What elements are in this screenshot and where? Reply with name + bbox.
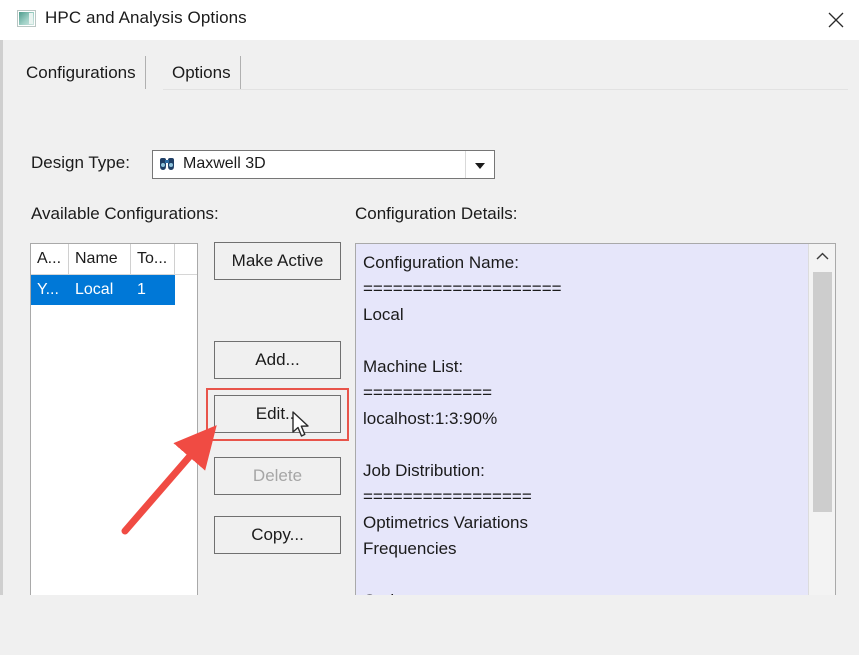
- cell-name: Local: [75, 281, 114, 298]
- close-glyph: [828, 12, 844, 28]
- delete-button: Delete: [214, 457, 341, 495]
- dialog-footer: OK Cancel simol|西莫: [0, 595, 859, 655]
- configuration-details-panel[interactable]: Configuration Name: ====================…: [355, 243, 836, 611]
- edit-button[interactable]: Edit...: [214, 395, 341, 433]
- available-configurations-label: Available Configurations:: [31, 204, 219, 223]
- window-title: HPC and Analysis Options: [45, 8, 247, 27]
- details-scrollbar[interactable]: [808, 244, 835, 610]
- configuration-details-text: Configuration Name: ====================…: [363, 253, 562, 610]
- design-type-value: Maxwell 3D: [183, 155, 266, 172]
- add-button[interactable]: Add...: [214, 341, 341, 379]
- scrollbar-thumb[interactable]: [813, 272, 832, 512]
- chevron-up-glyph: [816, 252, 829, 260]
- column-header-extra[interactable]: [175, 244, 197, 274]
- list-header-row: A... Name To...: [31, 244, 197, 275]
- table-row[interactable]: Y... Local 1: [31, 275, 175, 305]
- configuration-details-label: Configuration Details:: [355, 204, 518, 223]
- cell-total: 1: [137, 281, 146, 298]
- design-type-dropdown[interactable]: Maxwell 3D: [152, 150, 495, 179]
- configurations-list[interactable]: A... Name To... Y... Local 1: [30, 243, 198, 611]
- chevron-up-icon[interactable]: [809, 244, 835, 268]
- column-header-name[interactable]: Name: [69, 244, 131, 274]
- chevron-down-icon[interactable]: [465, 151, 494, 178]
- make-active-button[interactable]: Make Active: [214, 242, 341, 280]
- design-type-label: Design Type:: [31, 153, 130, 172]
- maxwell-design-icon: [160, 158, 174, 170]
- tab-active-gap: [17, 89, 163, 91]
- cell-active: Y...: [37, 281, 59, 298]
- tab-options[interactable]: Options: [163, 56, 241, 90]
- hpc-analysis-options-dialog: HPC and Analysis Options Configurations …: [0, 0, 859, 655]
- column-header-total[interactable]: To...: [131, 244, 175, 274]
- app-window-icon: [18, 11, 35, 26]
- dialog-body: Configurations Options Design Type: Maxw…: [0, 40, 859, 647]
- column-header-active[interactable]: A...: [31, 244, 69, 274]
- copy-button[interactable]: Copy...: [214, 516, 341, 554]
- close-icon[interactable]: [813, 0, 859, 40]
- tab-configurations[interactable]: Configurations: [17, 56, 146, 90]
- title-bar: HPC and Analysis Options: [0, 0, 859, 41]
